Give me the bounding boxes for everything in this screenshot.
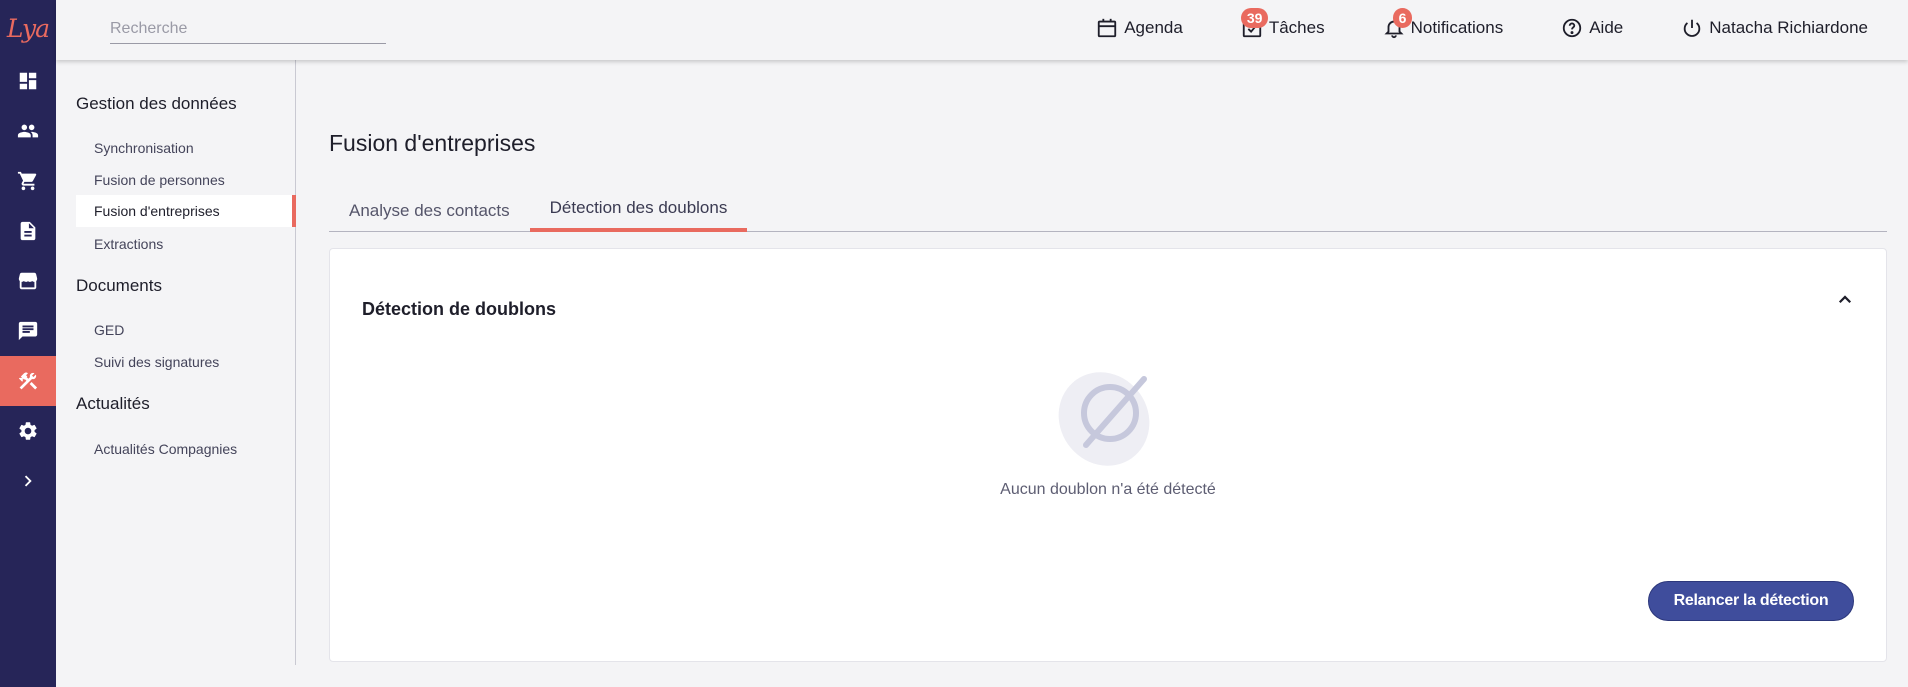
aide-link[interactable]: Aide: [1561, 17, 1623, 39]
top-nav: Agenda 39 Tâches 6 Notifications Aide Na…: [1038, 0, 1868, 56]
document-icon: [20, 221, 36, 241]
app-logo[interactable]: Lya: [0, 0, 56, 56]
tab-bar: Analyse des contacts Détection des doubl…: [329, 190, 1887, 232]
taches-label: Tâches: [1268, 18, 1325, 37]
cart-icon: [17, 171, 37, 191]
rail-dashboard[interactable]: [0, 56, 56, 106]
notifications-badge: 6: [1392, 8, 1413, 28]
icon-rail: Lya: [0, 0, 56, 687]
taches-link[interactable]: 39 Tâches: [1240, 8, 1325, 39]
sidebar-item-actualites-compagnies[interactable]: Actualités Compagnies: [76, 433, 296, 465]
chevron-up-icon: [1838, 295, 1852, 304]
store-icon: [18, 272, 38, 290]
tab-analyse-contacts[interactable]: Analyse des contacts: [329, 190, 530, 232]
section-title-documents: Documents: [76, 276, 162, 295]
aide-label: Aide: [1589, 18, 1624, 37]
sidebar-item-ged[interactable]: GED: [76, 314, 296, 346]
rail-chat[interactable]: [0, 306, 56, 356]
card-title: Détection de doublons: [362, 299, 557, 319]
search-input[interactable]: [110, 14, 386, 44]
empty-message: Aucun doublon n'a été détecté: [1000, 481, 1216, 498]
agenda-label: Agenda: [1124, 18, 1183, 37]
section-title-gestion: Gestion des données: [76, 94, 237, 113]
empty-state-icon: [1058, 372, 1150, 466]
notifications-label: Notifications: [1410, 18, 1504, 37]
help-circle-icon: [1563, 18, 1582, 38]
power-icon: [1683, 19, 1701, 37]
rail-people[interactable]: [0, 106, 56, 156]
relaunch-detection-button[interactable]: Relancer la détection: [1648, 581, 1854, 621]
page-title: Fusion d'entreprises: [329, 130, 536, 156]
tab-detection-doublons[interactable]: Détection des doublons: [529, 190, 748, 232]
dashboard-icon: [19, 72, 37, 90]
sidebar-item-suivi-signatures[interactable]: Suivi des signatures: [76, 346, 296, 378]
rail-store[interactable]: [0, 256, 56, 306]
rail-expand[interactable]: [0, 456, 56, 506]
sidebar-item-synchronisation[interactable]: Synchronisation: [76, 132, 296, 164]
collapse-button[interactable]: [1830, 285, 1860, 315]
secondary-sidebar: Gestion des données Synchronisation Fusi…: [56, 60, 296, 665]
top-bar: Agenda 39 Tâches 6 Notifications Aide Na…: [56, 0, 1908, 60]
sidebar-item-extractions[interactable]: Extractions: [76, 228, 296, 260]
notifications-link[interactable]: 6 Notifications: [1383, 8, 1504, 39]
agenda-link[interactable]: Agenda: [1096, 17, 1183, 39]
user-name: Natacha Richiardone: [1709, 18, 1868, 37]
rail-settings[interactable]: [0, 406, 56, 456]
people-icon: [17, 124, 39, 138]
taches-badge: 39: [1240, 8, 1269, 28]
tools-icon: [18, 372, 38, 390]
sidebar-item-fusion-entreprises[interactable]: Fusion d'entreprises: [76, 195, 296, 227]
section-title-actualites: Actualités: [76, 394, 150, 413]
detection-card: Détection de doublons Aucun doublon n'a …: [329, 248, 1887, 662]
rail-tools[interactable]: [0, 356, 56, 406]
gear-icon: [19, 422, 37, 440]
rail-cart[interactable]: [0, 156, 56, 206]
user-menu[interactable]: Natacha Richiardone: [1681, 17, 1868, 39]
rail-documents[interactable]: [0, 206, 56, 256]
chat-icon: [18, 321, 38, 341]
sidebar-item-fusion-personnes[interactable]: Fusion de personnes: [76, 164, 296, 196]
calendar-icon: [1098, 18, 1117, 38]
chevron-right-icon: [24, 475, 32, 487]
